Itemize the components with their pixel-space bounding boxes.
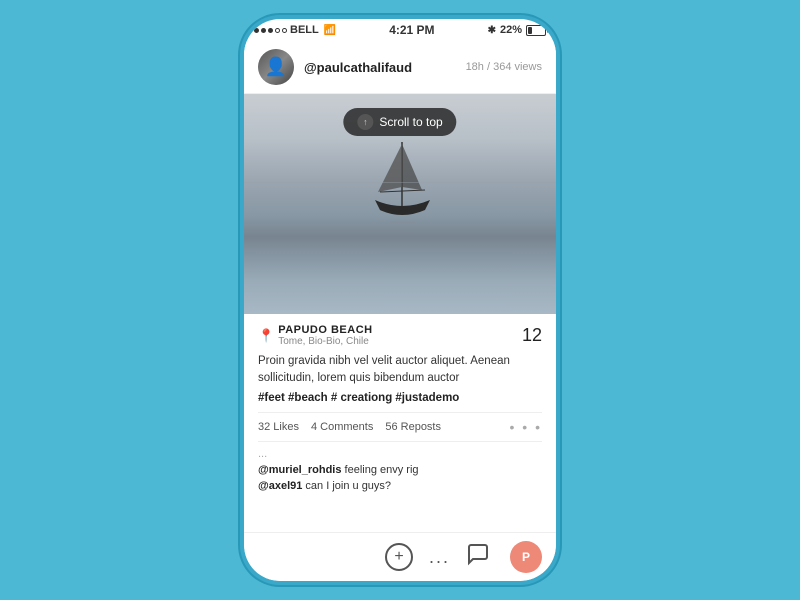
comment-1-user: @muriel_rohdis [258,464,341,476]
signal-dot-2 [261,28,266,33]
phone-frame: BELL 📶 4:21 PM ✱ 22% @paulcathalifaud 18… [240,15,560,585]
comments-section: ... @muriel_rohdis feeling envy rig @axe… [244,442,556,533]
post-image-container: ↑ Scroll to top [244,94,556,314]
comments-count[interactable]: 4 Comments [311,421,373,433]
post-caption: Proin gravida nibh vel velit auctor aliq… [258,353,542,388]
reposts-count[interactable]: 56 Reposts [385,421,441,433]
carrier-name: BELL [290,24,319,36]
comment-2-text: can I join u guys? [302,480,391,492]
battery-fill [528,27,532,34]
signal-dot-1 [254,28,259,33]
chat-button[interactable] [466,542,490,572]
more-options-dots[interactable]: • • • [510,419,542,435]
post-details: 📍 PAPUDO BEACH Tome, Bio-Bio, Chile 12 P… [244,314,556,442]
signal-dot-5 [282,28,287,33]
bluetooth-icon: ✱ [488,25,496,36]
username[interactable]: @paulcathalifaud [304,60,412,75]
status-time: 4:21 PM [389,23,434,37]
phone-content: @paulcathalifaud 18h / 364 views [244,41,556,581]
status-right: ✱ 22% [488,24,546,36]
location-row: 📍 PAPUDO BEACH Tome, Bio-Bio, Chile 12 [258,324,542,347]
avatar-image [258,49,294,85]
chat-icon [466,542,490,566]
scroll-icon: ↑ [357,114,373,130]
signal-dots [254,28,287,33]
wifi-icon: 📶 [324,25,336,36]
boat-svg [360,132,440,252]
horizon-line [244,182,556,183]
avatar[interactable] [258,49,294,85]
engagement-row: 32 Likes 4 Comments 56 Reposts • • • [258,412,542,442]
comment-2-user: @axel91 [258,480,302,492]
status-bar: BELL 📶 4:21 PM ✱ 22% [244,19,556,41]
comment-ellipsis: ... [258,448,542,460]
more-button[interactable]: ... [429,547,450,568]
comment-1[interactable]: @muriel_rohdis feeling envy rig [258,462,542,479]
comment-1-text: feeling envy rig [341,464,418,476]
profile-left: @paulcathalifaud [258,49,412,85]
like-count: 12 [522,325,542,346]
dots-icon: ... [429,547,450,567]
likes-count[interactable]: 32 Likes [258,421,299,433]
plus-icon: + [394,548,403,566]
battery-percentage: 22% [500,24,522,36]
comment-2[interactable]: @axel91 can I join u guys? [258,478,542,495]
post-tags[interactable]: #feet #beach # creationg #justademo [258,392,542,404]
location-left: 📍 PAPUDO BEACH Tome, Bio-Bio, Chile [258,324,373,347]
battery-icon [526,25,546,36]
profile-header: @paulcathalifaud 18h / 364 views [244,41,556,94]
location-info: PAPUDO BEACH Tome, Bio-Bio, Chile [278,324,372,347]
scroll-to-top-button[interactable]: ↑ Scroll to top [343,108,456,136]
add-button[interactable]: + [385,543,413,571]
status-left: BELL 📶 [254,24,336,36]
location-pin-icon: 📍 [258,328,274,344]
location-sub: Tome, Bio-Bio, Chile [278,336,372,347]
signal-dot-4 [275,28,280,33]
scroll-to-top-label: Scroll to top [379,115,442,129]
post-meta: 18h / 364 views [466,61,542,73]
signal-dot-3 [268,28,273,33]
location-name: PAPUDO BEACH [278,324,372,336]
action-bar: + ... P [244,532,556,581]
bottom-avatar[interactable]: P [510,541,542,573]
